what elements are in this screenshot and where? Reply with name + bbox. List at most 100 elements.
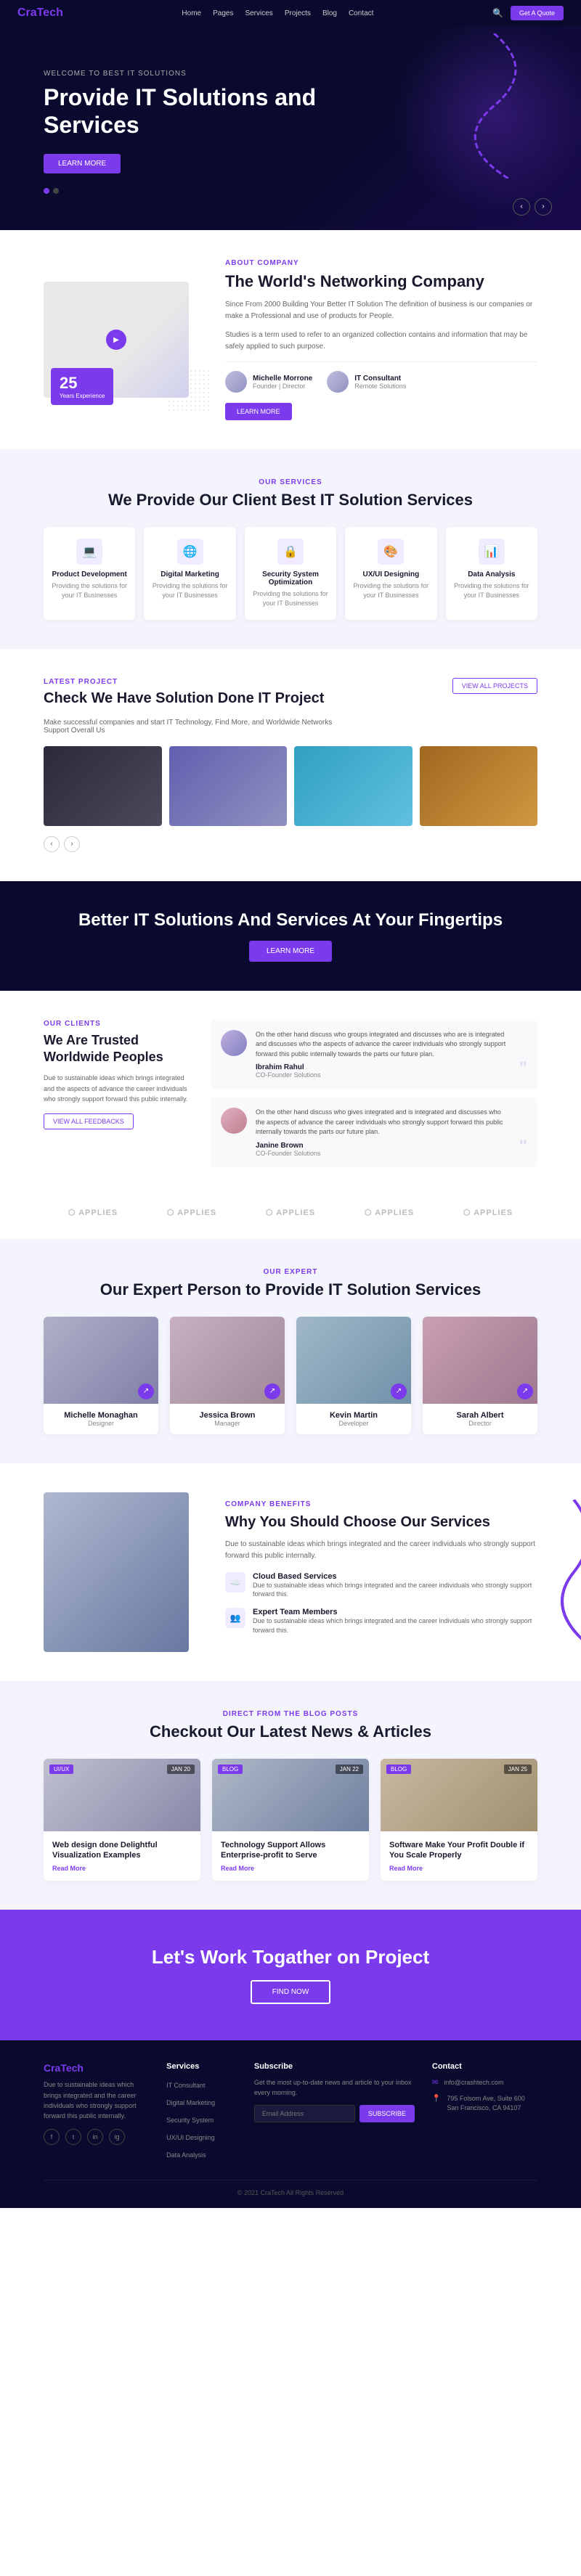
client-logo-1: ⬡ APPLIES (68, 1208, 118, 1217)
person-1-avatar (225, 371, 247, 393)
blog-read-2[interactable]: Read More (221, 1865, 360, 1872)
hero-curve-decoration (450, 33, 537, 179)
share-icon-3[interactable]: ↗ (391, 1383, 407, 1399)
blog-tag-1: UI/UX (49, 1765, 73, 1774)
nav-contact[interactable]: Contact (349, 9, 373, 17)
quote-icon-2: " (519, 1137, 527, 1157)
service-icon-1: 💻 (76, 539, 102, 565)
nav-pages[interactable]: Pages (213, 9, 233, 17)
footer-link-3[interactable]: Security System (166, 2117, 214, 2124)
footer-social: f t in ig (44, 2129, 149, 2145)
cta-learn-more-button[interactable]: LEARN MORE (249, 941, 332, 962)
project-navigation: ‹ › (44, 836, 537, 852)
services-grid: 💻 Product Development Providing the solu… (44, 527, 537, 619)
about-stats: Michelle Morrone Founder | Director IT C… (225, 371, 537, 393)
client-logo-2: ⬡ APPLIES (167, 1208, 216, 1217)
nav-home[interactable]: Home (182, 9, 201, 17)
testimonial-content-2: On the other hand discuss who gives inte… (256, 1108, 511, 1157)
twitter-icon[interactable]: t (65, 2129, 81, 2145)
cta-bottom-title: Let's Work Togather on Project (44, 1946, 537, 1968)
team-info-1: Michelle Monaghan Designer (44, 1404, 158, 1434)
footer-link-4[interactable]: UX/UI Designing (166, 2134, 215, 2141)
nav-projects[interactable]: Projects (285, 9, 311, 17)
hero-prev-button[interactable]: ‹ (513, 198, 530, 216)
team-image-1: ↗ (44, 1317, 158, 1404)
testimonials-label: OUR CLIENTS (44, 1020, 189, 1028)
blog-date-3: JAN 25 (504, 1765, 532, 1774)
services-label: OUR SERVICES (44, 478, 537, 486)
services-section: OUR SERVICES We Provide Our Client Best … (0, 449, 581, 648)
project-image-3[interactable] (294, 746, 413, 826)
testimonials-section: OUR CLIENTS We Are Trusted Worldwide Peo… (0, 991, 581, 1196)
why-feature-2: 👥 Expert Team Members Due to sustainable… (225, 1608, 537, 1635)
linkedin-icon[interactable]: in (87, 2129, 103, 2145)
footer-contact-address: 📍 795 Folsom Ave, Suite 600 San Francisc… (432, 2094, 537, 2114)
view-all-feedbacks-button[interactable]: VIEW ALL FEEDBACKS (44, 1113, 134, 1129)
instagram-icon[interactable]: ig (109, 2129, 125, 2145)
get-quote-button[interactable]: Get A Quote (511, 6, 564, 20)
nav-right: 🔍 Get A Quote (492, 6, 564, 20)
blog-read-3[interactable]: Read More (389, 1865, 529, 1872)
view-all-projects-button[interactable]: VIEW ALL PROJECTS (452, 678, 537, 694)
blog-content-3: Software Make Your Profit Double if You … (381, 1831, 537, 1881)
about-label: ABOUT COMPANY (225, 259, 537, 267)
testimonial-avatar-1 (221, 1030, 247, 1056)
share-icon-2[interactable]: ↗ (264, 1383, 280, 1399)
team-card-2: ↗ Jessica Brown Manager (170, 1317, 285, 1434)
hero-next-button[interactable]: › (535, 198, 552, 216)
facebook-icon[interactable]: f (44, 2129, 60, 2145)
quote-icon-1: " (519, 1058, 527, 1079)
service-card-1: 💻 Product Development Providing the solu… (44, 527, 135, 619)
footer-link-1[interactable]: IT Consultant (166, 2082, 205, 2089)
project-next-button[interactable]: › (64, 836, 80, 852)
blog-label: DIRECT FROM THE BLOG POSTS (44, 1710, 537, 1718)
footer-about-col: CraTech Due to sustainable ideas which b… (44, 2062, 149, 2165)
why-content: COMPANY BENEFITS Why You Should Choose O… (225, 1500, 537, 1643)
navbar: CraTech Home Pages Services Projects Blo… (0, 0, 581, 26)
blog-title: Checkout Our Latest News & Articles (44, 1722, 537, 1741)
projects-header: LATEST PROJECT Check We Have Solution Do… (44, 678, 537, 707)
hero-navigation: ‹ › (513, 198, 552, 216)
team-image-2: ↗ (170, 1317, 285, 1404)
team-card-3: ↗ Kevin Martin Developer (296, 1317, 411, 1434)
team-card-1: ↗ Michelle Monaghan Designer (44, 1317, 158, 1434)
team-icon: 👥 (225, 1608, 245, 1628)
project-prev-button[interactable]: ‹ (44, 836, 60, 852)
project-image-1[interactable] (44, 746, 162, 826)
testimonial-card-1: On the other hand discuss who groups int… (211, 1020, 537, 1089)
share-icon-4[interactable]: ↗ (517, 1383, 533, 1399)
person-2-info: IT Consultant Remote Solutions (354, 375, 406, 390)
footer-link-2[interactable]: Digital Marketing (166, 2099, 215, 2106)
why-feature-1: ☁️ Cloud Based Services Due to sustainab… (225, 1572, 537, 1599)
footer-bottom: © 2021 CraTech All Rights Reserved (44, 2189, 537, 2196)
play-button-icon[interactable]: ▶ (106, 330, 126, 350)
about-text-1: Since From 2000 Building Your Better IT … (225, 299, 537, 322)
hero-dot-1[interactable] (44, 188, 49, 194)
blog-read-1[interactable]: Read More (52, 1865, 192, 1872)
footer-grid: CraTech Due to sustainable ideas which b… (44, 2062, 537, 2165)
project-image-4[interactable] (420, 746, 538, 826)
clients-section: ⬡ APPLIES ⬡ APPLIES ⬡ APPLIES ⬡ APPLIES … (0, 1196, 581, 1239)
team-title: Our Expert Person to Provide IT Solution… (44, 1280, 537, 1299)
about-learn-more-button[interactable]: LEARN MORE (225, 403, 292, 420)
footer-subscribe-button[interactable]: SUBSCRIBE (359, 2105, 415, 2122)
hero-learn-more-button[interactable]: LEARN MORE (44, 154, 121, 173)
share-icon-1[interactable]: ↗ (138, 1383, 154, 1399)
search-icon[interactable]: 🔍 (492, 8, 503, 18)
footer-contact-email: ✉ info@crashtech.com (432, 2078, 537, 2088)
team-info-3: Kevin Martin Developer (296, 1404, 411, 1434)
footer-subscribe-col: Subscribe Get the most up-to-date news a… (254, 2062, 415, 2165)
footer-logo: CraTech (44, 2062, 149, 2074)
cta-bottom-button[interactable]: FIND NOW (251, 1980, 331, 2004)
testimonials-left: OUR CLIENTS We Are Trusted Worldwide Peo… (44, 1020, 189, 1167)
person-2-avatar (327, 371, 349, 393)
nav-services[interactable]: Services (245, 9, 272, 17)
project-image-2[interactable] (169, 746, 288, 826)
team-info-4: Sarah Albert Director (423, 1404, 537, 1434)
footer-link-5[interactable]: Data Analysis (166, 2151, 206, 2159)
about-title: The World's Networking Company (225, 271, 537, 293)
footer-email-input[interactable] (254, 2105, 355, 2122)
nav-blog[interactable]: Blog (322, 9, 337, 17)
blog-section: DIRECT FROM THE BLOG POSTS Checkout Our … (0, 1681, 581, 1910)
hero-dot-2[interactable] (53, 188, 59, 194)
